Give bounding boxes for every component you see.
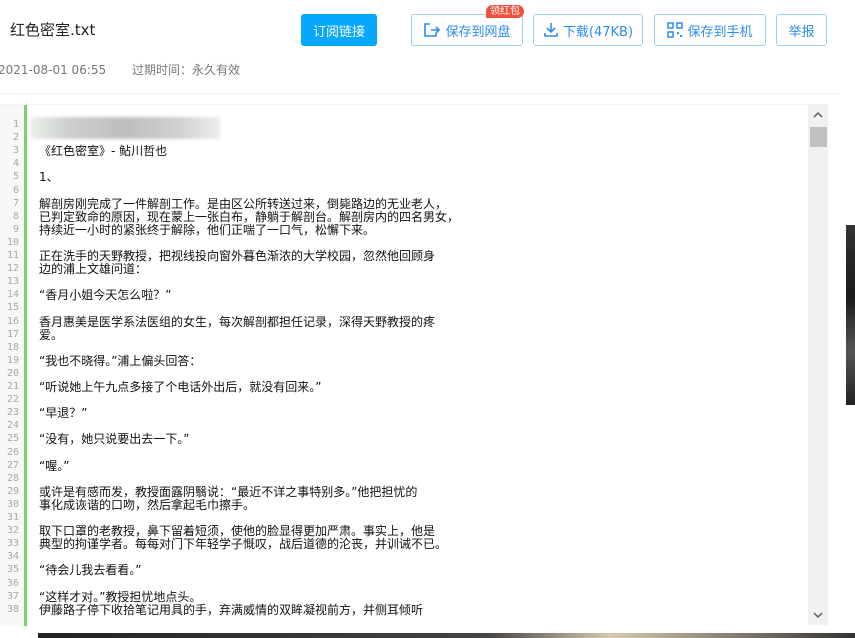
- file-header: 红色密室.txt 2021-08-01 06:55 过期时间：永久有效 订阅链接…: [0, 0, 840, 94]
- text-line: 边的浦上文雄问道：: [39, 262, 148, 277]
- text-line: “早退？”: [39, 406, 88, 421]
- line-number: 5: [12, 171, 19, 183]
- download-button[interactable]: 下载(47KB): [533, 14, 643, 46]
- line-number: 18: [6, 341, 19, 353]
- scrollbar-thumb[interactable]: [810, 127, 827, 147]
- download-icon: [543, 22, 559, 38]
- line-number: 30: [6, 498, 19, 510]
- line-number: 23: [6, 407, 19, 419]
- line-number: 11: [6, 250, 19, 261]
- line-number: 20: [6, 367, 19, 379]
- text-line: 典型的拘谨学者。每每对门下年轻学子慨叹，战后道德的沦丧，并训诫不已。: [39, 537, 448, 552]
- line-number: 8: [12, 210, 19, 222]
- expire-label: 过期时间：永久有效: [131, 63, 240, 77]
- line-number: 31: [6, 512, 19, 523]
- line-number: 4: [12, 158, 19, 170]
- line-number: 6: [12, 184, 19, 196]
- download-label: 下载(47KB): [562, 24, 634, 40]
- file-date: 2021-08-01 06:55: [0, 63, 107, 77]
- subscribe-button[interactable]: 订阅链接: [301, 14, 377, 46]
- save-to-disk-label: 保存到网盘: [445, 24, 511, 40]
- text-line: “听说她上午九点多接了个电话外出后，就没有回来。”: [39, 380, 322, 394]
- line-number: 10: [6, 236, 19, 248]
- line-number: 34: [6, 551, 19, 563]
- scroll-down-arrow-icon[interactable]: [808, 607, 828, 623]
- line-number: 33: [6, 538, 19, 550]
- background-image-strip: [38, 633, 855, 638]
- line-number: 21: [6, 381, 19, 392]
- save-disk-icon: [423, 22, 441, 38]
- subscribe-label: 订阅链接: [312, 24, 365, 40]
- text-viewer[interactable]: 1 2 3 4 5 6 7 8 9 10 11 12 13 14 15 16 17 18 19 20 21 22 23 24 2…: [0, 104, 830, 626]
- text-line: “香月小姐今天怎么啦？”: [39, 288, 172, 303]
- scroll-up-arrow-icon[interactable]: [808, 107, 828, 123]
- text-line: 解剖房刚完成了一件解剖工作。是由区公所转送过来，倒毙路边的无业老人，: [39, 196, 448, 211]
- text-line: 爱。: [39, 327, 64, 342]
- line-number: 36: [6, 577, 19, 589]
- text-line: 香月惠美是医学系法医组的女生，每次解剖都担任记录，深得天野教授的疼: [39, 314, 436, 329]
- text-line: 持续近一小时的紧张终于解除，他们正喘了一口气，松懈下来。: [39, 222, 376, 237]
- vertical-scrollbar[interactable]: [808, 105, 828, 625]
- text-line: “待会儿我去看看。”: [39, 563, 142, 578]
- line-number: 3: [12, 145, 19, 157]
- side-image-strip: [846, 225, 855, 405]
- text-line: 1、: [39, 170, 59, 185]
- line-number: 27: [6, 459, 19, 471]
- text-line: 已判定致命的原因，现在蒙上一张白布，静躺于解剖台。解剖房内的四名男女，: [39, 209, 460, 224]
- line-number: 26: [6, 446, 19, 458]
- save-to-disk-button[interactable]: 保存到网盘 领红包: [411, 5, 524, 46]
- report-label: 举报: [788, 24, 815, 40]
- report-button[interactable]: 举报: [776, 14, 827, 46]
- redacted-title-area: [30, 117, 220, 139]
- page: 红色密室.txt 2021-08-01 06:55 过期时间：永久有效 订阅链接…: [0, 0, 855, 638]
- line-number: 1: [12, 119, 19, 130]
- line-number: 9: [12, 223, 19, 235]
- text-line: “没有，她只说要出去一下。”: [39, 432, 190, 447]
- line-number: 13: [6, 276, 19, 288]
- line-number: 12: [6, 263, 19, 275]
- line-number: 29: [6, 485, 19, 497]
- line-number: 38: [6, 603, 19, 615]
- line-number: 35: [6, 564, 19, 576]
- line-number: 22: [6, 394, 19, 406]
- line-number: 16: [6, 315, 19, 327]
- qr-code-icon: [667, 22, 684, 38]
- text-line: 事化成诙谐的口吻，然后拿起毛巾擦手。: [39, 497, 256, 512]
- line-number: 15: [6, 302, 19, 314]
- line-number: 32: [6, 525, 19, 537]
- red-packet-badge: 领红包: [486, 5, 524, 18]
- save-to-phone-button[interactable]: 保存到手机: [654, 14, 766, 46]
- line-number: 28: [6, 472, 19, 484]
- text-line: “我也不晓得。”浦上偏头回答：: [39, 353, 202, 368]
- text-line: 《红色密室》- 鲇川哲也: [39, 144, 168, 159]
- text-line: “这样才对。”教授担忧地点头。: [39, 589, 202, 604]
- file-name: 红色密室.txt: [10, 21, 96, 39]
- save-to-phone-label: 保存到手机: [687, 24, 753, 40]
- text-line: 伊藤路子停下收拾笔记用具的手，弃满威情的双眸凝视前方，并侧耳倾听: [39, 602, 424, 617]
- line-number: 14: [6, 289, 19, 301]
- line-number: 25: [6, 433, 19, 445]
- line-number: 17: [6, 328, 19, 340]
- line-number: 19: [6, 354, 19, 366]
- file-meta: 2021-08-01 06:55 过期时间：永久有效: [0, 61, 240, 78]
- text-line: “喔。”: [39, 458, 70, 473]
- line-number: 37: [6, 590, 19, 602]
- line-number: 24: [6, 420, 19, 432]
- line-number: 7: [12, 197, 19, 209]
- line-number: 2: [12, 132, 19, 144]
- text-line: 或许是有感而发，教授面露阴翳说：“最近不详之事特别多。”他把担忧的: [39, 484, 418, 499]
